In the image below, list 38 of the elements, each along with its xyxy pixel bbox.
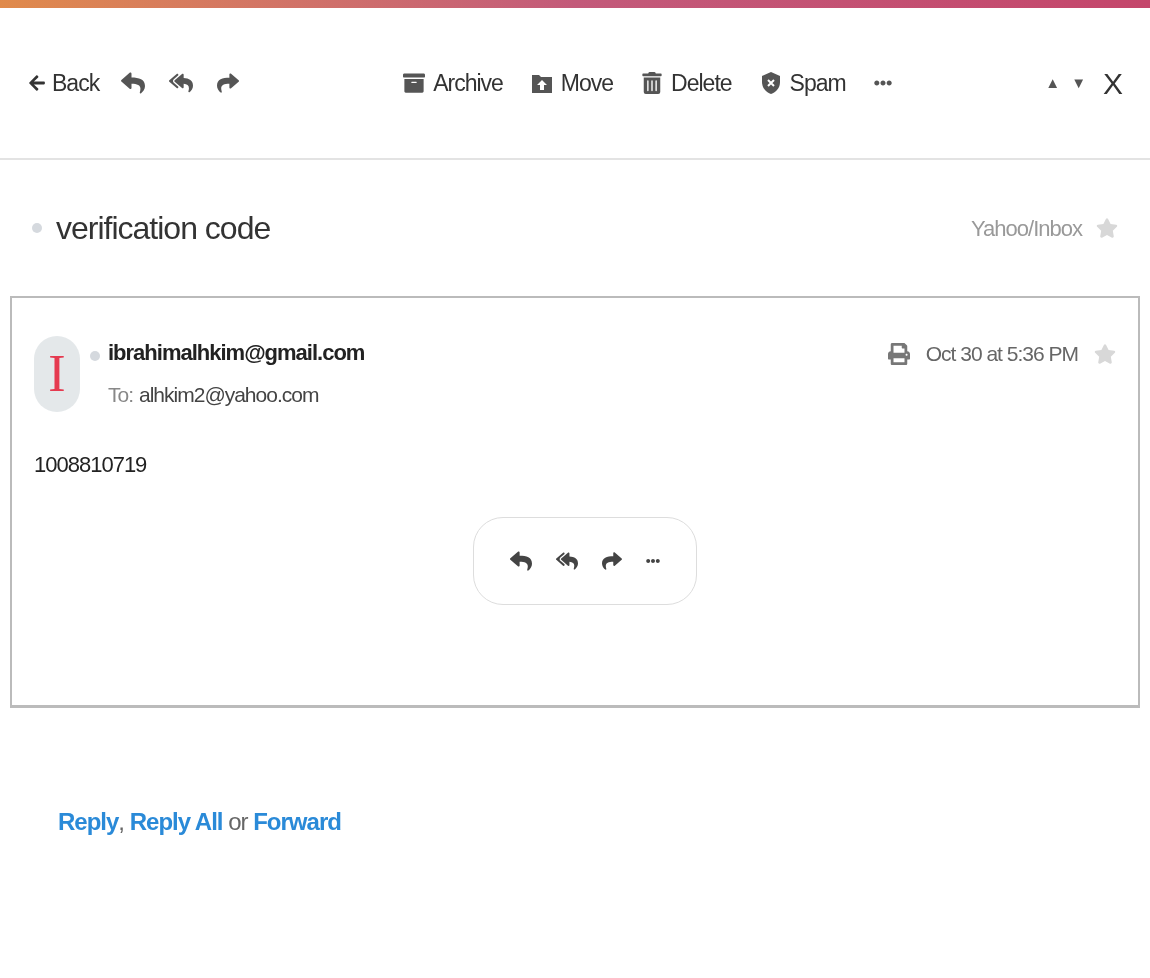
- forward-icon: [602, 551, 622, 571]
- back-button[interactable]: Back: [28, 65, 100, 101]
- message-body: 1008810719: [34, 451, 148, 479]
- trash-icon: [641, 72, 664, 94]
- reply-icon: [510, 550, 532, 572]
- reply-all-icon: [556, 550, 578, 572]
- printer-icon: [887, 342, 910, 365]
- reply-options-text: Reply, Reply All or Forward: [58, 807, 342, 837]
- star-icon[interactable]: [1096, 217, 1118, 239]
- star-icon[interactable]: [1094, 342, 1116, 365]
- toolbar-action-button[interactable]: Delete: [641, 65, 732, 101]
- toolbar-action-button[interactable]: Move: [530, 65, 614, 101]
- sender-address[interactable]: ibrahimalhkim@gmail.com: [108, 336, 365, 369]
- forward-icon: [217, 72, 240, 94]
- reply-button[interactable]: [510, 550, 532, 572]
- shield-icon: [759, 71, 782, 95]
- reply-icon: [121, 71, 146, 95]
- toolbar-action-button[interactable]: Spam: [759, 65, 846, 101]
- forward-button[interactable]: [602, 551, 622, 571]
- reply-option-link[interactable]: Reply: [58, 808, 119, 835]
- toolbar-action-button[interactable]: Archive: [403, 65, 503, 101]
- close-button[interactable]: X: [1103, 60, 1122, 106]
- reply-option-link[interactable]: Reply All: [129, 808, 223, 835]
- folder-label: Yahoo/Inbox: [971, 214, 1082, 243]
- subject-title: verification code: [56, 209, 271, 248]
- recipient-address: alhkim2@yahoo.com: [139, 382, 319, 408]
- reply-option-link[interactable]: Forward: [253, 808, 341, 835]
- archive-icon: [403, 72, 426, 94]
- print-button[interactable]: [887, 342, 910, 365]
- previous-message-button[interactable]: ▲: [1045, 71, 1060, 95]
- folder-up-icon: [530, 72, 553, 94]
- back-arrow-icon: [28, 74, 46, 92]
- to-label: To:: [108, 382, 133, 408]
- reply-all-icon: [169, 71, 194, 95]
- message-date: Oct 30 at 5:36 PM: [925, 341, 1078, 367]
- reply-all-button[interactable]: [556, 550, 578, 572]
- avatar-letter: I: [48, 344, 66, 404]
- next-message-button[interactable]: ▼: [1071, 71, 1085, 95]
